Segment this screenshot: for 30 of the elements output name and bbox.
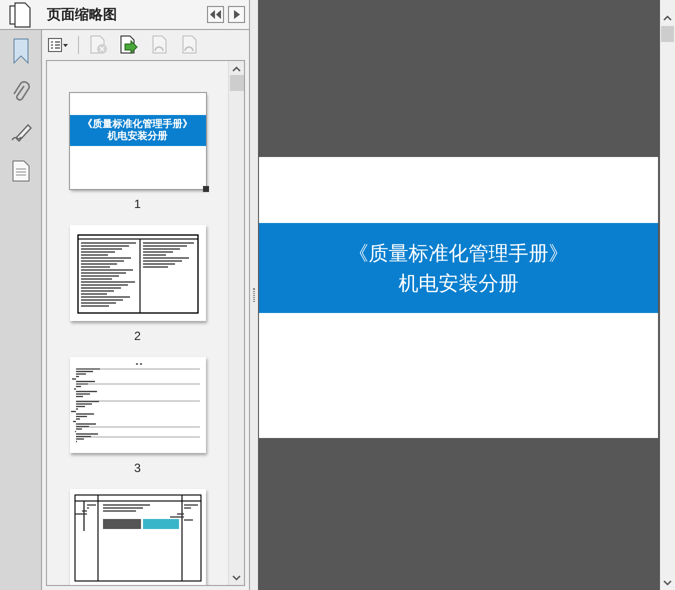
scroll-down-icon[interactable] <box>663 580 672 586</box>
double-left-arrow-icon <box>210 10 221 19</box>
bookmark-icon[interactable] <box>12 38 28 64</box>
right-arrow-icon <box>234 10 240 19</box>
scroll-thumb[interactable] <box>230 75 244 91</box>
thumbnail-title: 《质量标准化管理手册》 <box>82 118 192 130</box>
list-options-icon[interactable] <box>48 38 68 52</box>
scroll-down-icon[interactable] <box>232 575 241 581</box>
document-title: 《质量标准化管理手册》 <box>348 240 568 267</box>
page-thumbnail-drawing[interactable] <box>70 489 206 585</box>
scrollbar[interactable] <box>228 61 244 585</box>
expand-button[interactable] <box>228 6 245 23</box>
page-number: 3 <box>134 461 141 475</box>
scroll-up-icon[interactable] <box>232 66 241 72</box>
signature-icon[interactable] <box>10 122 32 144</box>
page-thumbnail-drawing[interactable] <box>70 225 206 321</box>
page-thumbnail-drawing[interactable] <box>70 357 206 453</box>
page-number: 2 <box>134 329 141 343</box>
scroll-thumb[interactable] <box>661 26 674 42</box>
collapse-button[interactable] <box>207 6 224 23</box>
insert-page-icon[interactable] <box>119 35 139 55</box>
thumbnail-subtitle: 机电安装分册 <box>108 130 168 142</box>
resize-handle[interactable] <box>202 186 208 192</box>
document-subtitle: 机电安装分册 <box>398 270 518 297</box>
document-icon[interactable] <box>12 160 30 182</box>
scrollbar[interactable] <box>660 0 675 590</box>
pages-icon[interactable] <box>9 2 31 28</box>
page-number: 1 <box>134 197 141 211</box>
scroll-up-icon[interactable] <box>663 15 672 21</box>
panel-title: 页面缩略图 <box>47 5 117 24</box>
